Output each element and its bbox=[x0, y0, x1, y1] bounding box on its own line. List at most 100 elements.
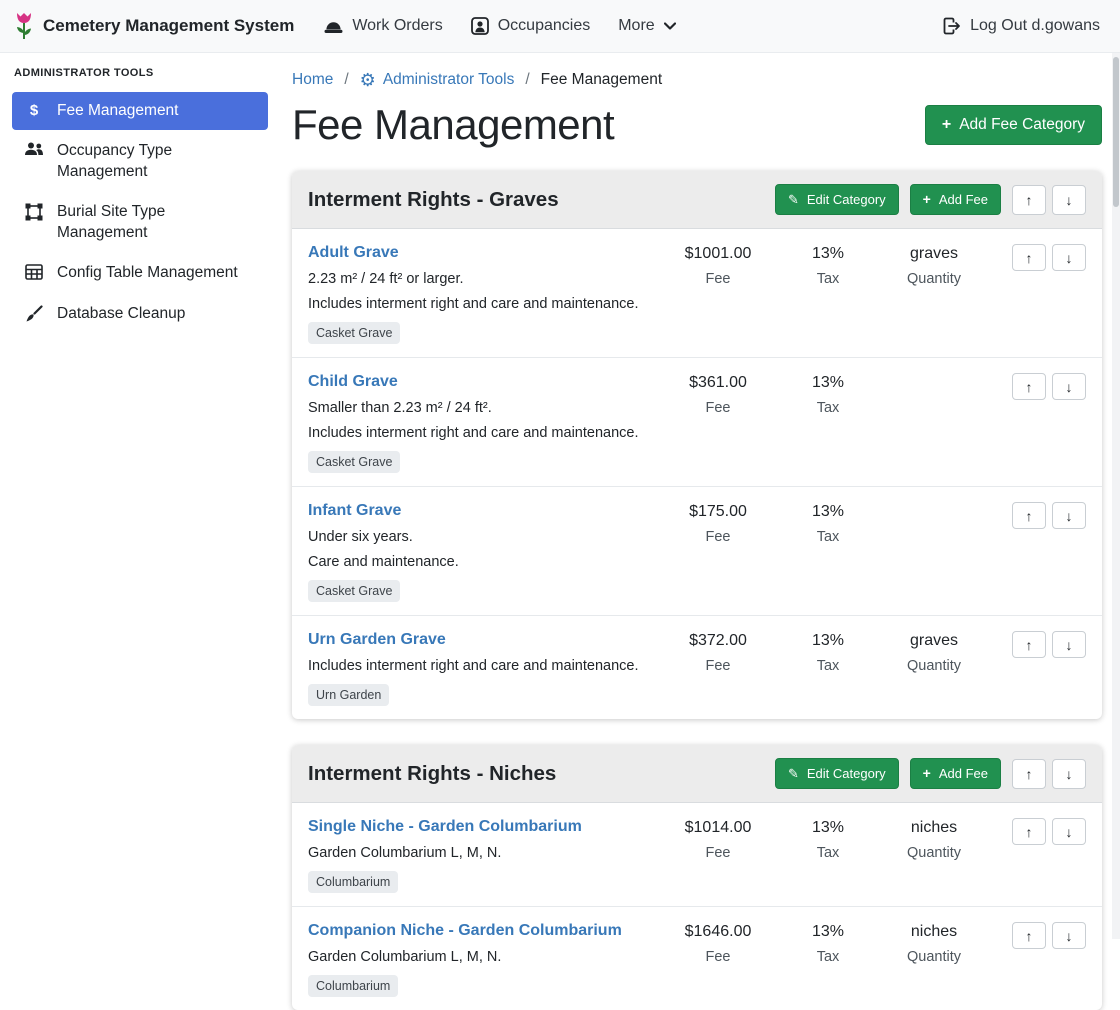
move-fee-up-button[interactable]: ↑ bbox=[1012, 818, 1046, 845]
sidebar-item-database-cleanup[interactable]: Database Cleanup bbox=[12, 295, 268, 333]
brand[interactable]: Cemetery Management System bbox=[14, 11, 294, 41]
sidebar-item-config-table-management[interactable]: Config Table Management bbox=[12, 254, 268, 292]
move-fee-down-button[interactable]: ↓ bbox=[1052, 373, 1086, 400]
arrow-down-icon: ↓ bbox=[1066, 824, 1073, 840]
move-category-down-button[interactable]: ↓ bbox=[1052, 759, 1086, 789]
tax-value: 13% bbox=[782, 632, 874, 650]
fee-amount-column: $361.00 Fee bbox=[654, 373, 782, 416]
fee-category-card: Interment Rights - Niches ✎ Edit Categor… bbox=[292, 745, 1102, 1010]
main-content: Home / ⚙ Administrator Tools / Fee Manag… bbox=[280, 53, 1120, 939]
tax-value: 13% bbox=[782, 374, 874, 392]
chevron-down-icon bbox=[664, 22, 676, 30]
fee-name-link[interactable]: Adult Grave bbox=[308, 244, 399, 261]
quantity-column: niches Quantity bbox=[874, 922, 994, 965]
edit-category-label: Edit Category bbox=[807, 192, 886, 207]
arrow-down-icon: ↓ bbox=[1066, 766, 1073, 782]
arrow-up-icon: ↑ bbox=[1026, 637, 1033, 653]
move-fee-down-button[interactable]: ↓ bbox=[1052, 818, 1086, 845]
move-fee-down-button[interactable]: ↓ bbox=[1052, 631, 1086, 658]
fee-amount: $175.00 bbox=[654, 503, 782, 521]
move-fee-up-button[interactable]: ↑ bbox=[1012, 244, 1046, 271]
move-category-up-button[interactable]: ↑ bbox=[1012, 185, 1046, 215]
tax-label: Tax bbox=[782, 658, 874, 674]
fee-amount-column: $175.00 Fee bbox=[654, 502, 782, 545]
sidebar-item-burial-site-type-management[interactable]: Burial Site Type Management bbox=[12, 193, 268, 252]
fee-amount-column: $1646.00 Fee bbox=[654, 922, 782, 965]
fee-row: Companion Niche - Garden Columbarium Gar… bbox=[292, 907, 1102, 1010]
arrow-up-icon: ↑ bbox=[1026, 508, 1033, 524]
nav-more[interactable]: More bbox=[604, 7, 689, 45]
arrow-down-icon: ↓ bbox=[1066, 508, 1073, 524]
breadcrumb-admin-tools-link[interactable]: ⚙ Administrator Tools bbox=[360, 71, 515, 89]
arrow-up-icon: ↑ bbox=[1026, 250, 1033, 266]
scrollbar[interactable] bbox=[1112, 53, 1120, 939]
arrow-down-icon: ↓ bbox=[1066, 637, 1073, 653]
move-fee-down-button[interactable]: ↓ bbox=[1052, 502, 1086, 529]
logout-link[interactable]: Log Out d.gowans bbox=[936, 7, 1106, 45]
move-fee-up-button[interactable]: ↑ bbox=[1012, 502, 1046, 529]
move-fee-up-button[interactable]: ↑ bbox=[1012, 631, 1046, 658]
fee-name-link[interactable]: Infant Grave bbox=[308, 502, 401, 519]
nav-occupancies[interactable]: Occupancies bbox=[457, 7, 605, 45]
fee-type-badge: Casket Grave bbox=[308, 580, 400, 602]
arrow-down-icon: ↓ bbox=[1066, 250, 1073, 266]
move-fee-down-button[interactable]: ↓ bbox=[1052, 922, 1086, 949]
breadcrumb-admin-tools-label: Administrator Tools bbox=[383, 71, 515, 89]
plus-icon: + bbox=[942, 118, 951, 132]
bounding-box-icon bbox=[24, 203, 44, 221]
nav-work-orders-label: Work Orders bbox=[352, 17, 442, 35]
breadcrumb-separator: / bbox=[344, 71, 348, 89]
fee-amount: $1014.00 bbox=[654, 819, 782, 837]
fee-amount-column: $372.00 Fee bbox=[654, 631, 782, 674]
quantity-label: Quantity bbox=[874, 845, 994, 861]
breadcrumb-home-link[interactable]: Home bbox=[292, 71, 333, 89]
tax-column: 13% Tax bbox=[782, 922, 874, 965]
fee-info: Infant Grave Under six years. Care and m… bbox=[308, 502, 654, 602]
add-fee-label: Add Fee bbox=[939, 192, 988, 207]
category-header: Interment Rights - Graves ✎ Edit Categor… bbox=[292, 171, 1102, 229]
edit-category-button[interactable]: ✎ Edit Category bbox=[775, 184, 899, 215]
fee-name-link[interactable]: Single Niche - Garden Columbarium bbox=[308, 818, 582, 835]
quantity-value: graves bbox=[874, 632, 994, 650]
fee-amount-label: Fee bbox=[654, 845, 782, 861]
scrollbar-thumb[interactable] bbox=[1113, 57, 1119, 207]
fee-info: Adult Grave 2.23 m² / 24 ft² or larger. … bbox=[308, 244, 654, 344]
tax-value: 13% bbox=[782, 245, 874, 263]
edit-category-button[interactable]: ✎ Edit Category bbox=[775, 758, 899, 789]
sidebar-item-label: Burial Site Type Management bbox=[57, 202, 256, 243]
move-fee-down-button[interactable]: ↓ bbox=[1052, 244, 1086, 271]
top-nav-links: Work Orders Occupancies More bbox=[310, 7, 689, 45]
fee-amount: $372.00 bbox=[654, 632, 782, 650]
add-fee-label: Add Fee bbox=[939, 766, 988, 781]
fee-reorder-controls: ↑ ↓ bbox=[1012, 244, 1086, 271]
arrow-down-icon: ↓ bbox=[1066, 192, 1073, 208]
fee-name-link[interactable]: Companion Niche - Garden Columbarium bbox=[308, 922, 622, 939]
tax-column: 13% Tax bbox=[782, 244, 874, 287]
pencil-icon: ✎ bbox=[788, 193, 799, 206]
tax-value: 13% bbox=[782, 923, 874, 941]
fee-info: Single Niche - Garden Columbarium Garden… bbox=[308, 818, 654, 893]
tax-value: 13% bbox=[782, 819, 874, 837]
fee-amount-label: Fee bbox=[654, 949, 782, 965]
fee-amount: $1001.00 bbox=[654, 245, 782, 263]
people-icon bbox=[24, 142, 44, 156]
nav-work-orders[interactable]: Work Orders bbox=[310, 7, 456, 45]
sidebar-item-label: Database Cleanup bbox=[57, 304, 185, 324]
sidebar-item-fee-management[interactable]: $ Fee Management bbox=[12, 92, 268, 130]
person-badge-icon bbox=[471, 17, 489, 35]
fee-description: Smaller than 2.23 m² / 24 ft². bbox=[308, 400, 644, 416]
move-category-up-button[interactable]: ↑ bbox=[1012, 759, 1046, 789]
fee-row: Urn Garden Grave Includes interment righ… bbox=[292, 616, 1102, 719]
move-fee-up-button[interactable]: ↑ bbox=[1012, 373, 1046, 400]
fee-name-link[interactable]: Child Grave bbox=[308, 373, 398, 390]
quantity-label: Quantity bbox=[874, 658, 994, 674]
sidebar-item-occupancy-type-management[interactable]: Occupancy Type Management bbox=[12, 132, 268, 191]
quantity-value: niches bbox=[874, 819, 994, 837]
move-category-down-button[interactable]: ↓ bbox=[1052, 185, 1086, 215]
move-fee-up-button[interactable]: ↑ bbox=[1012, 922, 1046, 949]
add-fee-button[interactable]: + Add Fee bbox=[910, 184, 1001, 215]
fee-category-card: Interment Rights - Graves ✎ Edit Categor… bbox=[292, 171, 1102, 719]
add-fee-category-button[interactable]: + Add Fee Category bbox=[925, 105, 1102, 145]
fee-name-link[interactable]: Urn Garden Grave bbox=[308, 631, 446, 648]
add-fee-button[interactable]: + Add Fee bbox=[910, 758, 1001, 789]
